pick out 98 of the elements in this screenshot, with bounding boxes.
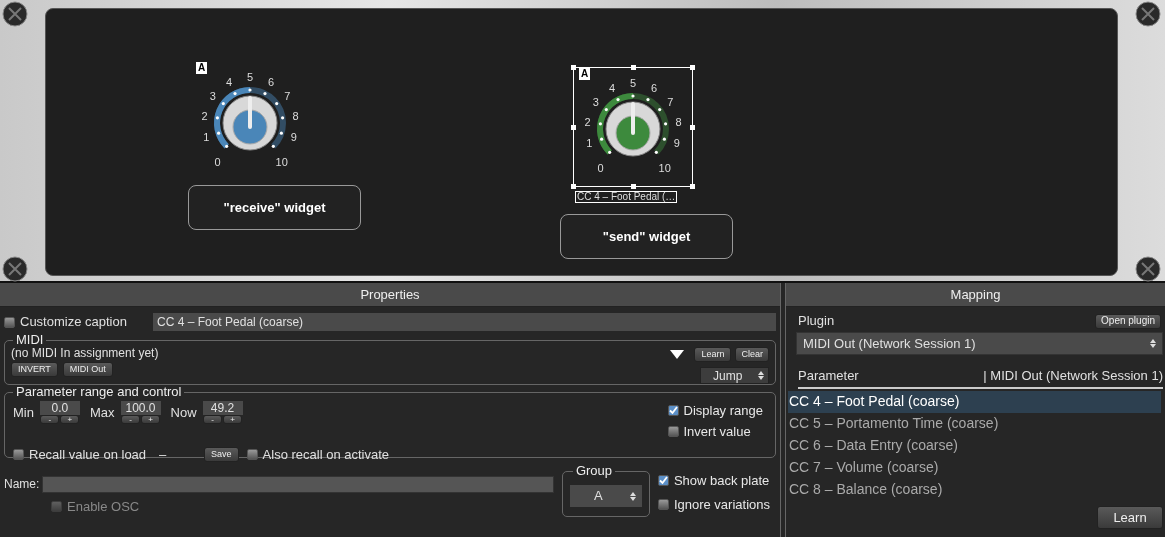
checkbox-label: Also recall on activate [262,446,390,464]
screw-icon [2,256,28,282]
widget-label: "receive" widget [188,185,361,230]
button[interactable]: - [40,415,60,424]
number-field[interactable]: 0.0 [39,401,80,415]
resize-handle[interactable] [571,184,576,189]
dial-number: 1 [203,132,210,144]
dial-number: 7 [667,96,674,108]
dial-number: 2 [201,110,208,122]
name-field[interactable] [42,475,554,493]
dial-number: 2 [584,116,591,128]
checkbox[interactable] [246,449,258,461]
checkbox-label: Ignore variations [673,495,770,514]
button[interactable]: Save [204,447,239,463]
checkbox[interactable] [4,316,15,328]
panel-title: Mapping [786,283,1165,307]
screw-icon [1135,1,1161,27]
dial-number: 8 [292,110,299,122]
panel-title: Properties [0,283,780,307]
resize-handle[interactable] [690,125,695,130]
group-select[interactable]: A [569,485,642,507]
dial-number: 4 [226,77,233,88]
widget-label: "send" widget [560,214,733,259]
resize-handle[interactable] [631,65,636,70]
checkbox-label: Customize caption [20,313,128,332]
button[interactable]: + [223,415,243,424]
field-label: Min [13,403,34,422]
resize-handle[interactable] [571,65,576,70]
group-legend: Group [572,464,615,477]
list-item[interactable]: CC 7 – Volume (coarse) [788,456,1161,479]
dial-number: 10 [275,156,288,168]
column-header[interactable]: | MIDI Out (Network Session 1) [983,366,1163,386]
dropdown-arrow-icon[interactable] [670,350,685,359]
midi-status: (no MIDI In assignment yet) [11,347,159,359]
badge: A [196,62,208,74]
resize-handle[interactable] [690,65,695,70]
dial-number: 9 [673,138,680,150]
dial-number: 1 [586,138,593,150]
button[interactable]: MIDI Out [62,362,113,377]
button[interactable]: Clear [735,347,769,362]
checkbox-label: Enable OSC [67,498,140,516]
number-field[interactable]: 100.0 [120,401,161,415]
field-label: Now [170,403,197,422]
list-item[interactable]: CC 5 – Portamento Time (coarse) [788,412,1161,435]
checkbox[interactable] [13,449,24,461]
dial-number: 3 [592,96,599,108]
caption-field[interactable]: CC 4 – Foot Pedal (coarse) [153,313,776,331]
dial-number: 0 [597,162,604,174]
button[interactable]: Open plugin [1095,313,1161,329]
button[interactable]: + [141,415,160,424]
resize-handle[interactable] [690,184,695,189]
button[interactable]: - [121,415,140,424]
widget-caption: CC 4 – Foot Pedal (… [575,191,678,203]
checkbox-label: Display range [683,402,763,420]
list-item[interactable]: CC 8 – Balance (coarse) [788,478,1161,501]
resize-handle[interactable] [631,184,636,189]
up-down-arrows-icon [1150,339,1156,348]
group-legend: Parameter range and control [13,385,185,398]
checkbox-label: Invert value [683,422,751,441]
button[interactable]: - [203,415,223,424]
checkbox[interactable] [667,405,679,417]
up-down-arrows-icon [629,491,636,501]
dial-number: 6 [650,83,657,94]
screw-icon [1135,256,1161,282]
button[interactable]: Learn [694,347,732,362]
dial-number: 8 [675,116,682,128]
dial-number: 10 [658,162,671,174]
mode-select[interactable]: Jump [700,367,769,384]
checkbox[interactable] [657,498,669,510]
recall-value: – [159,446,168,464]
up-down-arrows-icon [758,371,764,380]
checkbox[interactable] [657,475,669,487]
field-label: Plugin [798,312,835,331]
number-field[interactable]: 49.2 [202,401,243,415]
button[interactable]: INVERT [11,362,58,377]
column-header[interactable]: Parameter [798,366,859,386]
field-label: Name: [4,476,40,493]
plugin-select[interactable]: MIDI Out (Network Session 1) [796,332,1163,355]
checkbox-label: Recall value on load [29,446,147,464]
button[interactable]: + [60,415,80,424]
dial-number: 4 [609,83,616,94]
group-legend: MIDI [13,333,47,346]
dial-number: 0 [214,156,221,168]
screw-icon [2,1,28,27]
field-label: Max [89,403,115,422]
checkbox-label: Show back plate [673,472,770,490]
list-item[interactable]: CC 6 – Data Entry (coarse) [788,434,1161,457]
button[interactable]: Learn [1097,506,1163,529]
dial-number: 5 [247,72,254,83]
dial-number: 5 [630,78,637,89]
badge: A [579,68,591,80]
list-item[interactable]: CC 4 – Foot Pedal (coarse) [788,390,1161,413]
resize-handle[interactable] [571,125,576,130]
dial-number: 9 [290,132,297,144]
dial-number: 3 [209,90,216,102]
checkbox[interactable] [667,425,679,437]
dial-number: 7 [284,90,291,102]
dial-number: 6 [267,77,274,88]
